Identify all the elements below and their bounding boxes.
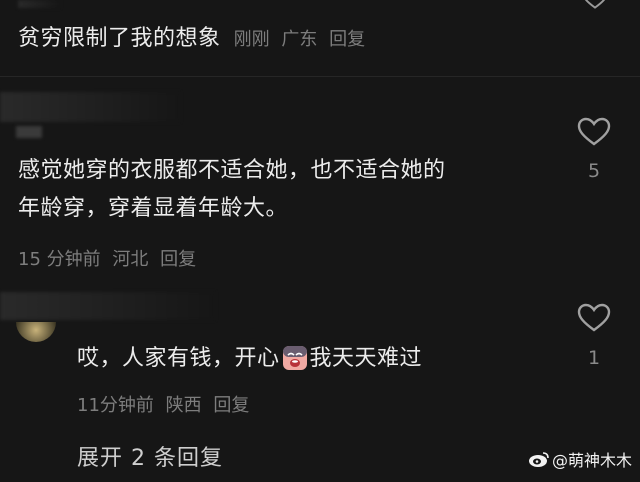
comment-text-line: 年龄穿，穿着显着年龄大。 xyxy=(18,196,289,221)
comment-text-part: 我天天难过 xyxy=(309,346,423,371)
comment-meta: 15 分钟前 河北 回复 xyxy=(18,245,202,271)
reply-button[interactable]: 回复 xyxy=(213,395,249,416)
blurred-username xyxy=(0,292,215,320)
like-count: 1 xyxy=(587,347,601,369)
watermark-text: @萌神木木 xyxy=(552,451,633,470)
comment-time: 刚刚 xyxy=(233,29,270,50)
comment-text-part: 哎，人家有钱，开心 xyxy=(77,346,280,371)
comment-location: 陕西 xyxy=(165,395,202,416)
blurred-avatar-fragment xyxy=(16,126,42,138)
comment-text-line: 感觉她穿的衣服都不适合她，也不适合她的 xyxy=(18,158,446,183)
heart-icon[interactable] xyxy=(577,117,611,147)
reply-button[interactable]: 回复 xyxy=(329,29,365,50)
comment-time: 15 分钟前 xyxy=(18,249,101,270)
divider xyxy=(0,76,640,77)
comment-text: 哎，人家有钱，开心 我天天难过 xyxy=(77,342,557,376)
comment-item: 贫穷限制了我的想象 刚刚 广东 回复 xyxy=(18,22,578,56)
comment-text: 贫穷限制了我的想象 xyxy=(18,26,221,51)
reply-button[interactable]: 回复 xyxy=(160,249,196,270)
blurred-username xyxy=(0,92,180,122)
blurred-username-top xyxy=(18,0,60,8)
comment-time: 11分钟前 xyxy=(77,395,154,416)
like-count: 5 xyxy=(587,160,601,182)
comment-location: 广东 xyxy=(281,29,318,50)
watermark: @萌神木木 xyxy=(528,447,632,471)
avatar[interactable] xyxy=(16,322,56,342)
comment-location: 河北 xyxy=(112,249,149,270)
heart-icon-clipped[interactable] xyxy=(578,0,612,10)
crying-face-emoji-icon xyxy=(282,346,307,370)
comment-text: 感觉她穿的衣服都不适合她，也不适合她的 年龄穿，穿着显着年龄大。 xyxy=(18,154,558,226)
weibo-logo-icon xyxy=(529,452,549,467)
comment-meta: 11分钟前 陕西 回复 xyxy=(77,391,255,417)
expand-replies-button[interactable]: 展开 2 条回复 xyxy=(77,440,223,472)
heart-icon[interactable] xyxy=(577,303,611,333)
